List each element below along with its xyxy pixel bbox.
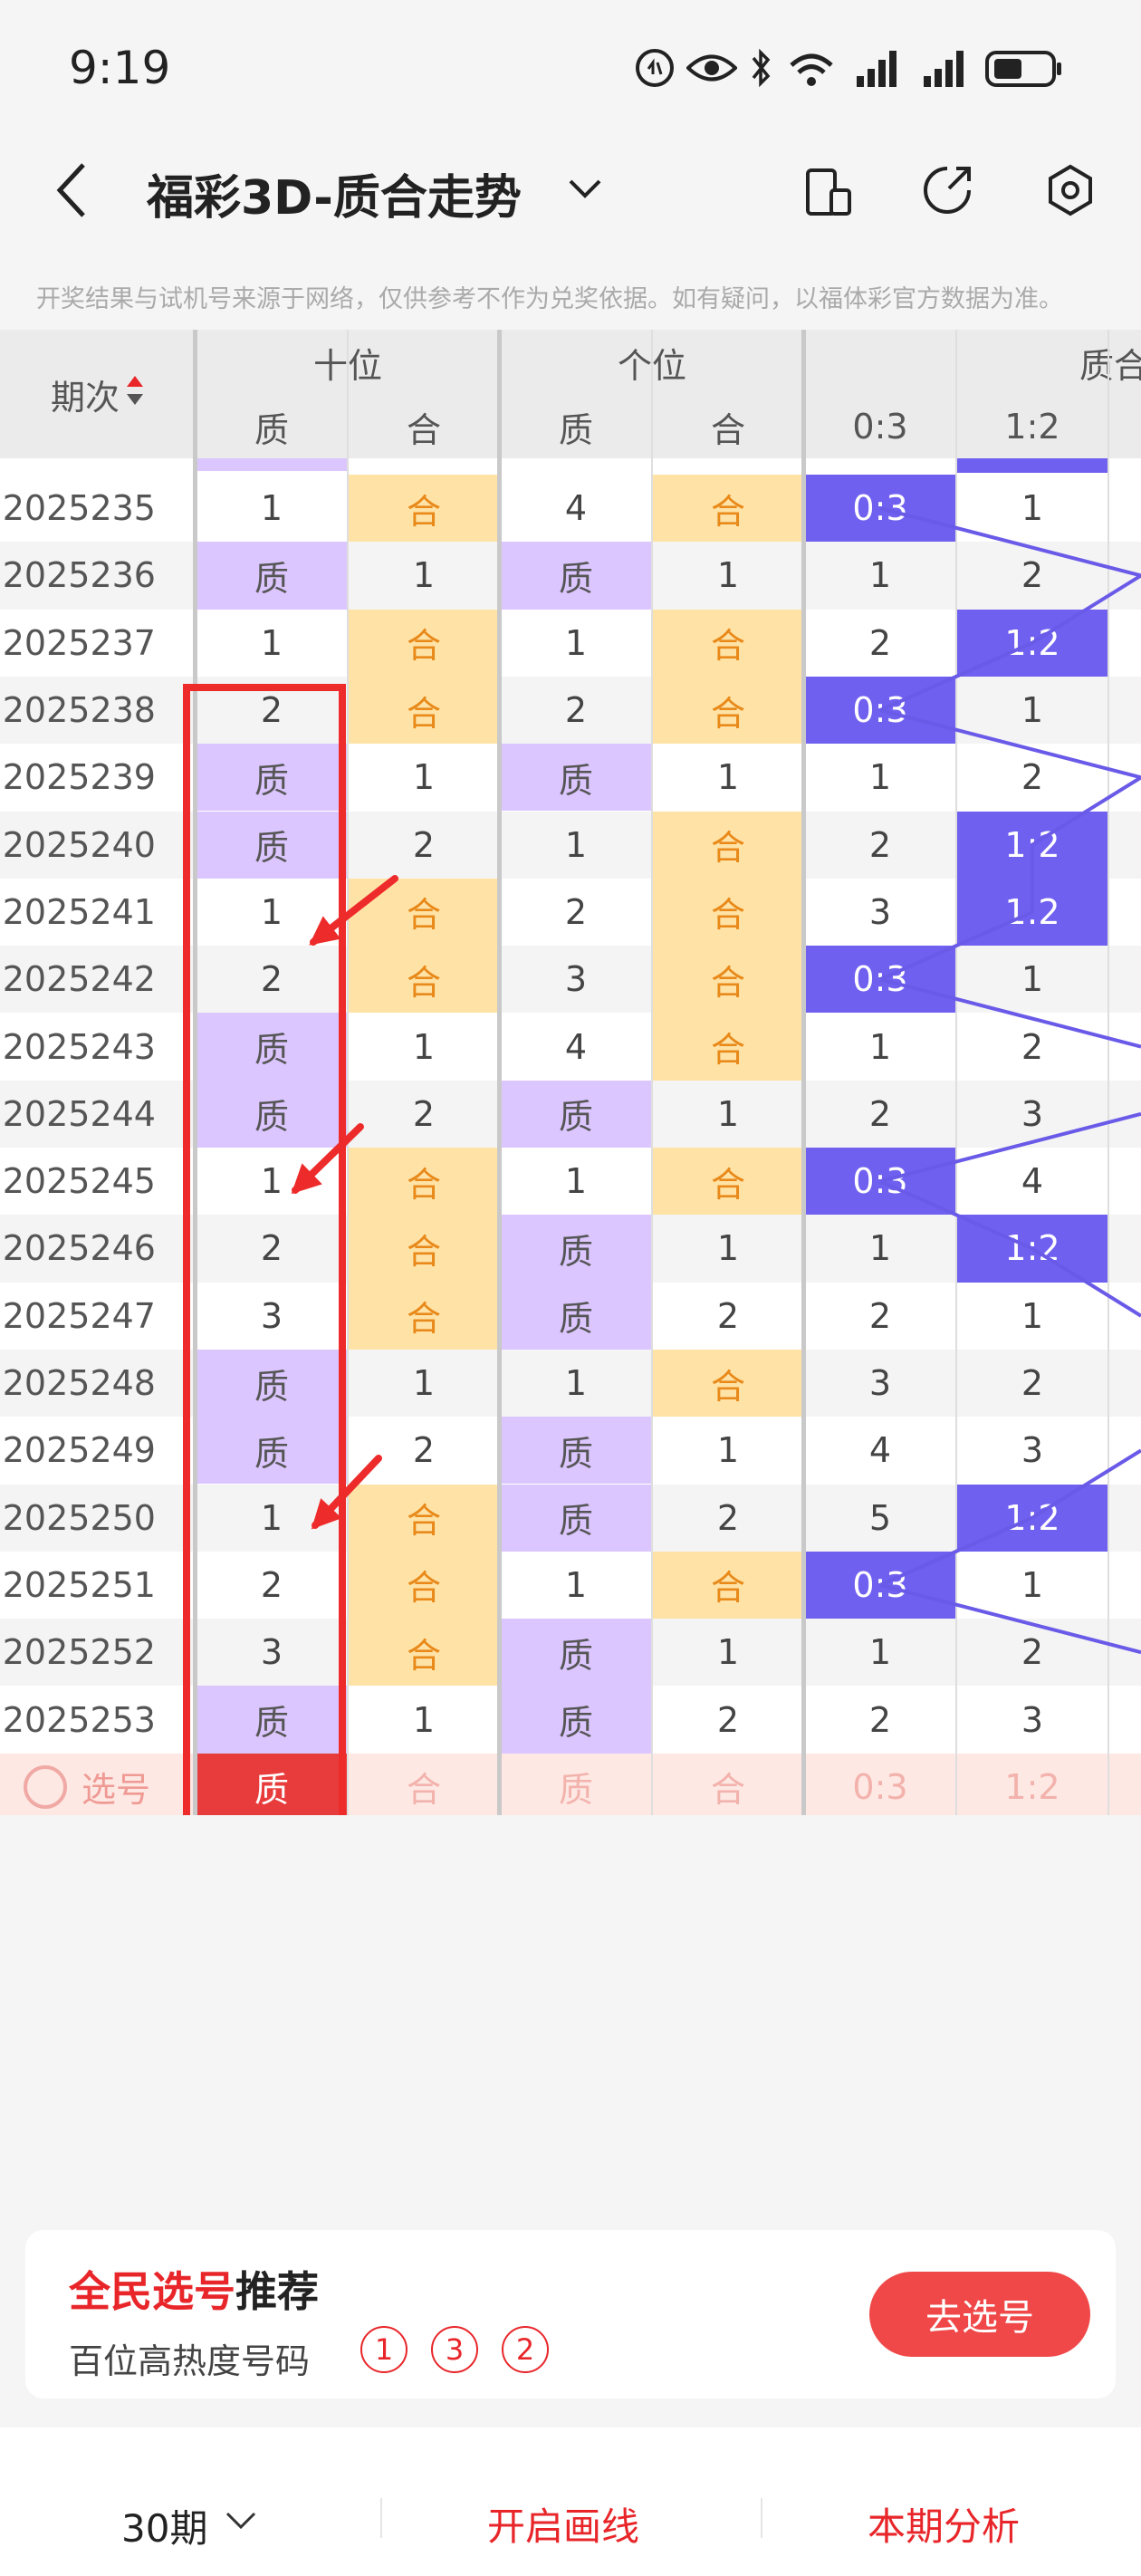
recommend-title-red: 全民选号	[69, 2267, 235, 2316]
signal-icon-2	[922, 51, 969, 87]
eye-icon	[686, 51, 737, 85]
disclaimer-notice: 开奖结果与试机号来源于网络，仅供参考不作为兑奖依据。如有疑问，以福体彩官方数据为…	[36, 285, 1063, 313]
settings-icon[interactable]	[1043, 163, 1098, 217]
divider	[761, 2498, 762, 2538]
analysis-button[interactable]: 本期分析	[868, 2496, 1020, 2552]
recommend-card: 全民选号推荐 百位高热度号码 132 去选号	[25, 2230, 1116, 2398]
bluetooth-icon	[750, 47, 773, 89]
wifi-icon	[786, 47, 837, 89]
go-select-button[interactable]: 去选号	[869, 2272, 1090, 2357]
page-title[interactable]: 福彩3D-质合走势	[147, 159, 522, 227]
battery-icon	[985, 51, 1063, 87]
recommend-title-black: 推荐	[235, 2267, 319, 2316]
draw-line-button[interactable]: 开启画线	[487, 2496, 639, 2552]
chevron-down-icon[interactable]	[567, 178, 603, 199]
periods-selector[interactable]: 30期	[121, 2498, 207, 2553]
signal-icon-1	[855, 51, 902, 87]
hot-number-ball: 1	[360, 2326, 408, 2373]
recommend-subtitle: 百位高热度号码	[69, 2341, 311, 2381]
status-bar: 9:19	[0, 0, 1141, 136]
bottom-bar: 30期 开启画线 本期分析	[0, 2427, 1141, 2576]
status-time: 9:19	[69, 42, 171, 94]
phone-switch-icon[interactable]	[804, 167, 853, 217]
divider	[380, 2498, 382, 2538]
hot-number-ball: 3	[431, 2326, 478, 2373]
recommend-numbers: 132	[360, 2326, 549, 2373]
recommend-title: 全民选号推荐	[69, 2259, 319, 2319]
back-icon[interactable]	[54, 161, 91, 219]
periods-chevron-icon[interactable]	[225, 2511, 257, 2531]
annotation-arrows	[291, 875, 398, 1530]
hot-number-ball: 2	[502, 2326, 549, 2373]
share-icon[interactable]	[920, 163, 974, 217]
alarm-icon	[634, 47, 676, 89]
trend-table: 期次十位个位质合比质合质合0:31:220252351合4合0:31202523…	[0, 330, 1141, 1815]
